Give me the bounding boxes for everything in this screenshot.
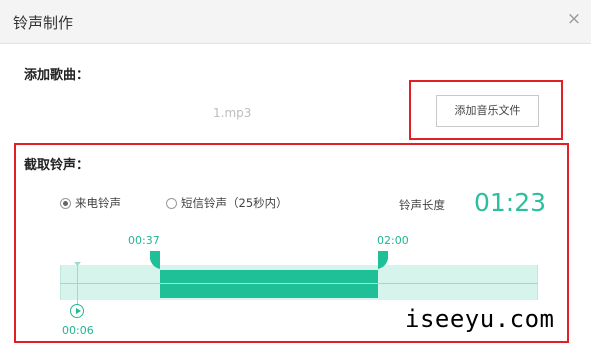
selection-start-time: 00:37 — [128, 234, 160, 247]
selected-range-center-line — [160, 283, 378, 284]
close-icon[interactable]: × — [565, 10, 583, 28]
add-song-label: 添加歌曲： — [24, 68, 90, 83]
radio-unchecked-icon — [166, 197, 177, 209]
play-icon[interactable] — [70, 304, 84, 318]
ringtone-length-value: 01:23 — [474, 188, 547, 217]
dialog-titlebar: 铃声制作 × — [0, 0, 591, 44]
add-music-file-button[interactable]: 添加音乐文件 — [436, 95, 539, 127]
clip-ringtone-label: 截取铃声： — [24, 158, 90, 173]
start-handle-icon[interactable] — [150, 251, 160, 269]
radio-sms-ringtone[interactable]: 短信铃声（25秒内） — [166, 195, 288, 211]
radio-call-ringtone-label: 来电铃声 — [75, 196, 121, 210]
playhead-line[interactable] — [77, 262, 78, 304]
ringtone-length-label: 铃声长度 — [399, 198, 445, 212]
dialog-title: 铃声制作 — [13, 14, 74, 32]
selected-range[interactable] — [160, 270, 378, 298]
radio-checked-icon — [60, 197, 71, 209]
selection-end-time: 02:00 — [377, 234, 409, 247]
watermark-text: iseeyu.com — [405, 305, 555, 333]
radio-call-ringtone[interactable]: 来电铃声 — [60, 195, 121, 211]
end-handle-icon[interactable] — [378, 251, 388, 269]
song-filename: 1.mp3 — [213, 106, 252, 120]
radio-sms-ringtone-label: 短信铃声（25秒内） — [181, 196, 288, 210]
playhead-time: 00:06 — [62, 324, 94, 337]
